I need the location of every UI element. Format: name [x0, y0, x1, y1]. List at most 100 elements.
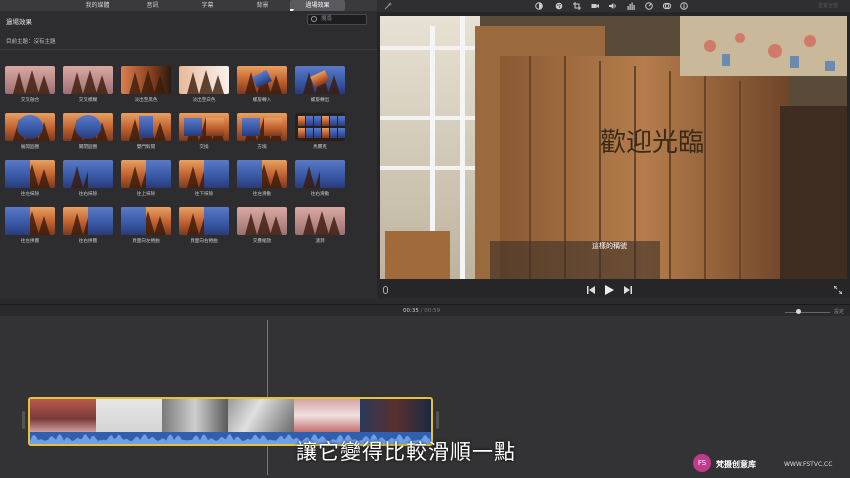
- viewer-toolbar: 重置全部: [377, 0, 850, 12]
- tab-audio[interactable]: 音訊: [125, 0, 180, 11]
- transition-label: 頁面向左捲曲: [132, 239, 160, 244]
- transition-fade-black[interactable]: 淡出至黑色: [121, 66, 171, 106]
- transition-label: 往左拼圖: [20, 239, 40, 244]
- fullscreen-icon[interactable]: [834, 286, 842, 294]
- clip-frame: [294, 399, 360, 432]
- search-icon: [311, 16, 317, 22]
- transition-thumbnail: [121, 66, 171, 94]
- crop-icon[interactable]: [573, 2, 581, 10]
- transition-puzzle-right[interactable]: 往右拼圖: [63, 207, 113, 247]
- magic-wand-icon[interactable]: [384, 2, 392, 10]
- transition-cross-zoom[interactable]: 交疊縮放: [237, 207, 287, 247]
- timeline-settings-button[interactable]: 設定: [834, 308, 844, 315]
- transition-thumbnail: [5, 160, 55, 188]
- speed-icon[interactable]: [645, 2, 653, 10]
- stabilization-icon[interactable]: [591, 2, 599, 10]
- viewer: 重置全部 歡迎光臨 這樣的稱號: [377, 0, 850, 298]
- imovie-window: 我的媒體 音訊 字幕 背景 過場效果 過場效果 搜尋 目前主題：沒有主題 交叉融…: [0, 0, 850, 478]
- tab-transitions[interactable]: 過場效果: [290, 0, 345, 11]
- color-correction-icon[interactable]: [555, 2, 563, 10]
- time-separator: /: [420, 308, 423, 314]
- transition-wipe-right[interactable]: 往右抹除: [63, 160, 113, 200]
- transition-fade-white[interactable]: 淡出至白色: [179, 66, 229, 106]
- transition-label: 馬賽克: [313, 145, 327, 150]
- transition-wipe-up[interactable]: 往上抹除: [121, 160, 171, 200]
- transition-label: 螺旋轉出: [310, 98, 330, 103]
- video-subtitle: 這樣的稱號: [592, 242, 627, 250]
- color-balance-icon[interactable]: [535, 2, 543, 10]
- transition-label: 往右拼圖: [78, 239, 98, 244]
- skip-forward-icon[interactable]: [623, 286, 632, 294]
- equalizer-icon[interactable]: [627, 2, 635, 10]
- timecode: 00:35 / 00:59: [403, 308, 440, 314]
- transition-label: 往上抹除: [136, 192, 156, 197]
- transition-thumbnail: [237, 207, 287, 235]
- microphone-icon[interactable]: [383, 286, 388, 294]
- transition-thumbnail: [295, 160, 345, 188]
- tab-backgrounds[interactable]: 背景: [235, 0, 290, 11]
- transition-label: 交疊縮放: [252, 239, 272, 244]
- browser-title: 過場效果: [6, 18, 32, 26]
- browser-tab-bar: 我的媒體 音訊 字幕 背景 過場效果: [0, 0, 377, 11]
- transition-curl-right[interactable]: 頁面向右捲曲: [179, 207, 229, 247]
- transition-ripple[interactable]: 漣漪: [295, 207, 345, 247]
- transition-spin-out[interactable]: 螺旋轉出: [295, 66, 345, 106]
- transition-thumbnail: [295, 207, 345, 235]
- video-preview: 歡迎光臨: [380, 16, 847, 279]
- transition-thumbnail: [237, 160, 287, 188]
- transition-doorway[interactable]: 雙門對開: [121, 113, 171, 153]
- transition-label: 往下抹除: [194, 192, 214, 197]
- transitions-browser: 過場效果 搜尋 目前主題：沒有主題 交叉融合 交叉模糊 淡出至黑色 淡出至白色 …: [0, 11, 377, 298]
- transition-thumbnail: [295, 113, 345, 141]
- transition-cube[interactable]: 方塊: [237, 113, 287, 153]
- transition-slide-left[interactable]: 往左滑動: [237, 160, 287, 200]
- search-placeholder: 搜尋: [321, 16, 333, 22]
- transition-thumbnail: [63, 66, 113, 94]
- transition-thumbnail: [237, 66, 287, 94]
- reset-all-button[interactable]: 重置全部: [818, 2, 838, 9]
- filter-icon[interactable]: [663, 2, 671, 10]
- transition-thumbnail: [63, 113, 113, 141]
- transition-circle-close[interactable]: 關閉圓圈: [63, 113, 113, 153]
- transition-spin-in[interactable]: 螺旋轉入: [237, 66, 287, 106]
- transition-slide-right[interactable]: 往右滑動: [295, 160, 345, 200]
- transition-circle-open[interactable]: 展開圓圈: [5, 113, 55, 153]
- search-field[interactable]: 搜尋: [307, 14, 367, 25]
- transition-thumbnail: [295, 66, 345, 94]
- transition-wipe-down[interactable]: 往下抹除: [179, 160, 229, 200]
- transition-label: 淡出至黑色: [134, 98, 158, 103]
- transition-label: 交叉模糊: [78, 98, 98, 103]
- info-icon[interactable]: [680, 2, 688, 10]
- volume-icon[interactable]: [609, 2, 617, 10]
- tab-my-media[interactable]: 我的媒體: [70, 0, 125, 11]
- transition-label: 展開圓圈: [20, 145, 40, 150]
- transition-mosaic[interactable]: 馬賽克: [295, 113, 345, 153]
- transition-thumbnail: [63, 160, 113, 188]
- clip-trim-handle-left[interactable]: [22, 411, 25, 429]
- clip-trim-handle-right[interactable]: [436, 411, 439, 429]
- transition-label: 方塊: [257, 145, 267, 150]
- transition-thumbnail: [179, 160, 229, 188]
- current-time: 00:35: [403, 308, 419, 314]
- transition-blur[interactable]: 交叉模糊: [63, 66, 113, 106]
- skip-back-icon[interactable]: [587, 286, 596, 294]
- transition-label: 往左滑動: [252, 192, 272, 197]
- transition-thumbnail: [179, 207, 229, 235]
- transition-label: 往右抹除: [78, 192, 98, 197]
- zoom-slider[interactable]: [785, 312, 830, 313]
- transition-label: 雙門對開: [136, 145, 156, 150]
- transition-thumbnail: [5, 66, 55, 94]
- transition-dissolve[interactable]: 交叉融合: [5, 66, 55, 106]
- transition-puzzle-left[interactable]: 往左拼圖: [5, 207, 55, 247]
- clip-frame: [228, 399, 294, 432]
- transition-swap[interactable]: 交換: [179, 113, 229, 153]
- clip-frame: [30, 399, 96, 432]
- transition-curl-left[interactable]: 頁面向左捲曲: [121, 207, 171, 247]
- total-time: 00:59: [424, 308, 441, 314]
- zoom-slider-knob[interactable]: [796, 309, 801, 314]
- play-icon[interactable]: [605, 285, 614, 295]
- transition-label: 關閉圓圈: [78, 145, 98, 150]
- transition-thumbnail: [237, 113, 287, 141]
- tab-titles[interactable]: 字幕: [180, 0, 235, 11]
- transition-wipe-left[interactable]: 往左抹除: [5, 160, 55, 200]
